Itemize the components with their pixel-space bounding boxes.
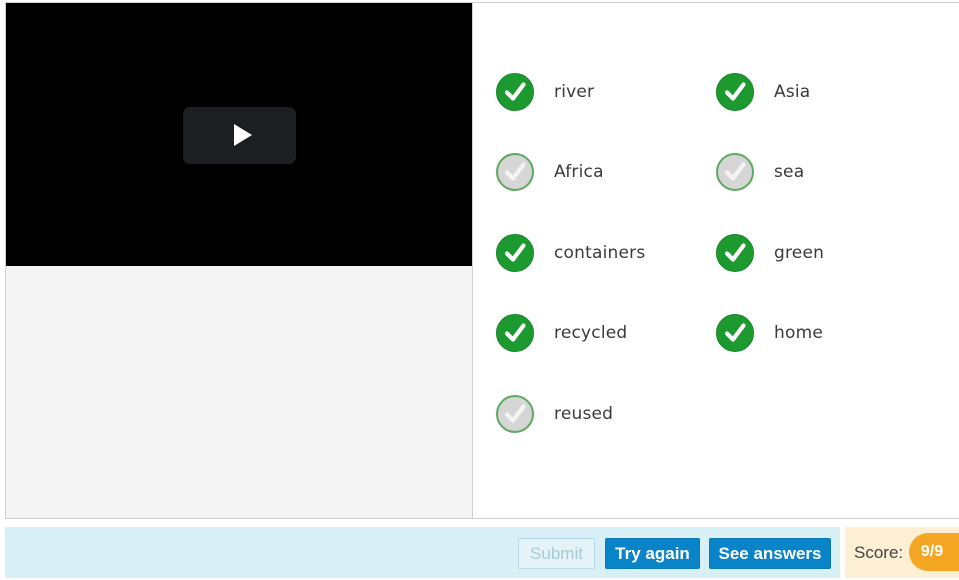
score-badge: 9/9: [909, 533, 959, 571]
video-player[interactable]: [6, 3, 472, 266]
option-label: river: [554, 82, 595, 102]
checkmark-icon: [716, 153, 754, 191]
score-box: Score: 9/9: [845, 527, 959, 578]
option-green[interactable]: green: [716, 232, 824, 274]
option-label: sea: [774, 162, 805, 182]
score-label: Score:: [854, 543, 904, 562]
task-panel: river Asia Africa sea containers green r…: [5, 2, 959, 519]
option-home[interactable]: home: [716, 312, 823, 354]
option-river[interactable]: river: [496, 71, 594, 113]
checkmark-icon: [496, 153, 534, 191]
checkmark-icon: [716, 314, 754, 352]
submit-button[interactable]: Submit: [518, 538, 595, 569]
checkmark-icon: [716, 234, 754, 272]
option-label: home: [774, 323, 823, 343]
option-containers[interactable]: containers: [496, 232, 645, 274]
option-sea[interactable]: sea: [716, 151, 804, 193]
option-asia[interactable]: Asia: [716, 71, 810, 113]
see-answers-button[interactable]: See answers: [709, 538, 831, 569]
checkmark-icon: [496, 234, 534, 272]
option-reused[interactable]: reused: [496, 393, 613, 435]
checkmark-icon: [496, 395, 534, 433]
checkmark-icon: [496, 73, 534, 111]
option-label: reused: [554, 404, 614, 424]
action-bar: Submit Try again See answers: [5, 527, 840, 578]
checkmark-icon: [496, 314, 534, 352]
option-label: containers: [554, 243, 646, 263]
checkmark-icon: [716, 73, 754, 111]
option-label: green: [774, 243, 825, 263]
option-recycled[interactable]: recycled: [496, 312, 627, 354]
option-label: Asia: [774, 82, 811, 102]
option-africa[interactable]: Africa: [496, 151, 604, 193]
play-button[interactable]: [183, 107, 296, 164]
media-column: [6, 3, 473, 518]
option-label: Africa: [554, 162, 604, 182]
play-icon: [234, 124, 252, 146]
try-again-button[interactable]: Try again: [605, 538, 700, 569]
option-label: recycled: [554, 323, 628, 343]
